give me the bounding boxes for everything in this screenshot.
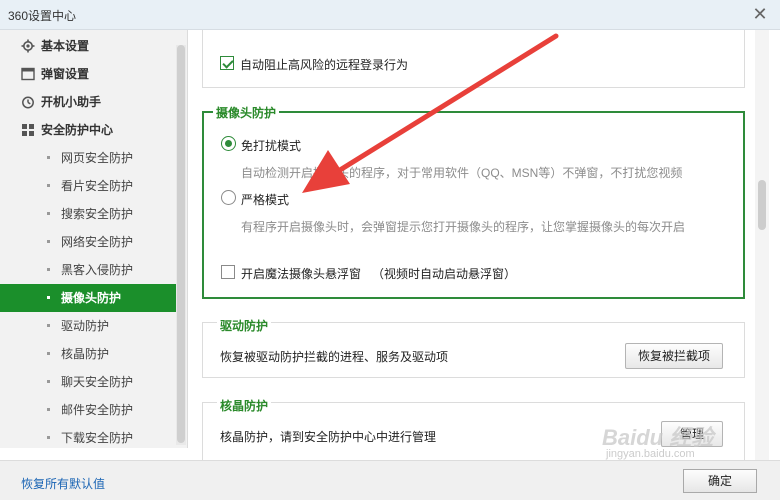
sidebar-item-label: 搜索安全防护 bbox=[61, 207, 134, 221]
sidebar-item-label: 下载安全防护 bbox=[61, 431, 134, 445]
sidebar-item-startup-assistant[interactable]: 开机小助手 bbox=[0, 88, 176, 116]
strict-mode-radio[interactable] bbox=[221, 190, 236, 205]
sidebar-item-core-protection[interactable]: 核晶防护 bbox=[0, 340, 176, 368]
sidebar-item-video-protection[interactable]: 看片安全防护 bbox=[0, 172, 176, 200]
sidebar-item-label: 聊天安全防护 bbox=[61, 375, 134, 389]
sidebar-item-network-protection[interactable]: 网络安全防护 bbox=[0, 228, 176, 256]
magic-camera-float-checkbox[interactable] bbox=[221, 265, 235, 279]
no-disturb-mode-label: 免打扰模式 bbox=[241, 139, 302, 153]
remote-login-section: 自动阻止高风险的远程登录行为 bbox=[202, 30, 745, 88]
window-title: 360设置中心 bbox=[8, 9, 77, 23]
sidebar-item-search-protection[interactable]: 搜索安全防护 bbox=[0, 200, 176, 228]
bullet-icon bbox=[47, 184, 50, 187]
sidebar-item-label: 网页安全防护 bbox=[61, 151, 134, 165]
sidebar-item-chat-protection[interactable]: 聊天安全防护 bbox=[0, 368, 176, 396]
section-title: 摄像头防护 bbox=[213, 104, 280, 121]
shield-grid-icon bbox=[22, 124, 34, 136]
sidebar-item-basic-settings[interactable]: 基本设置 bbox=[0, 32, 176, 60]
no-disturb-mode-radio[interactable] bbox=[221, 136, 236, 151]
bullet-icon bbox=[47, 212, 50, 215]
bullet-icon bbox=[47, 380, 50, 383]
bullet-icon bbox=[47, 408, 50, 411]
scrollbar-thumb[interactable] bbox=[177, 45, 185, 443]
sidebar-item-label: 黑客入侵防护 bbox=[61, 263, 134, 277]
core-protection-desc: 核晶防护，请到安全防护中心中进行管理 bbox=[220, 430, 437, 444]
strict-mode-label: 严格模式 bbox=[241, 193, 290, 207]
sidebar-item-label: 看片安全防护 bbox=[61, 179, 134, 193]
sidebar: 基本设置 弹窗设置 开机小助手 安全防护中心 网页安全防护 看片安全防护 搜索安… bbox=[0, 30, 188, 448]
watermark-url: jingyan.baidu.com bbox=[606, 448, 695, 460]
driver-protection-section: 驱动防护 恢复被驱动防护拦截的进程、服务及驱动项 恢复被拦截项 bbox=[202, 317, 745, 378]
sidebar-item-label: 弹窗设置 bbox=[41, 67, 90, 81]
sidebar-item-label: 开机小助手 bbox=[41, 95, 102, 109]
bullet-icon bbox=[47, 436, 50, 439]
sidebar-item-web-protection[interactable]: 网页安全防护 bbox=[0, 144, 176, 172]
footer-bar: 恢复所有默认值 确定 bbox=[0, 460, 780, 500]
ok-button[interactable]: 确定 bbox=[683, 469, 757, 493]
driver-protection-desc: 恢复被驱动防护拦截的进程、服务及驱动项 bbox=[220, 350, 449, 364]
bullet-icon bbox=[47, 352, 50, 355]
close-icon[interactable]: ✕ bbox=[750, 4, 770, 24]
magic-camera-float-label: 开启魔法摄像头悬浮窗 bbox=[241, 267, 362, 281]
main-content: 自动阻止高风险的远程登录行为 摄像头防护 免打扰模式 自动检测开启摄像头的程序，… bbox=[190, 30, 780, 460]
sidebar-item-label: 安全防护中心 bbox=[41, 123, 114, 137]
section-title: 驱动防护 bbox=[217, 317, 272, 334]
bullet-icon bbox=[47, 324, 50, 327]
sidebar-item-download-protection[interactable]: 下载安全防护 bbox=[0, 424, 176, 448]
sidebar-scrollbar[interactable] bbox=[176, 45, 186, 445]
gear-icon bbox=[21, 39, 35, 53]
scrollbar-thumb[interactable] bbox=[758, 180, 766, 230]
bullet-icon bbox=[47, 240, 50, 243]
restore-defaults-link[interactable]: 恢复所有默认值 bbox=[21, 475, 105, 492]
remote-login-label: 自动阻止高风险的远程登录行为 bbox=[240, 58, 409, 72]
sidebar-item-label: 核晶防护 bbox=[61, 347, 110, 361]
power-clock-icon bbox=[22, 96, 34, 109]
restore-blocked-button[interactable]: 恢复被拦截项 bbox=[625, 343, 723, 369]
sidebar-item-hacker-protection[interactable]: 黑客入侵防护 bbox=[0, 256, 176, 284]
strict-mode-desc: 有程序开启摄像头时，会弹窗提示您打开摄像头的程序，让您掌握摄像头的每次开启 bbox=[241, 220, 686, 234]
sidebar-item-security-center[interactable]: 安全防护中心 bbox=[0, 116, 176, 144]
window-icon bbox=[21, 67, 35, 81]
no-disturb-mode-desc: 自动检测开启摄像头的程序，对于常用软件（QQ、MSN等）不弹窗，不打扰您视频 bbox=[241, 166, 683, 180]
sidebar-item-label: 邮件安全防护 bbox=[61, 403, 134, 417]
sidebar-item-label: 基本设置 bbox=[41, 39, 90, 53]
remote-login-checkbox[interactable] bbox=[220, 56, 234, 70]
sidebar-item-popup-settings[interactable]: 弹窗设置 bbox=[0, 60, 176, 88]
sidebar-item-camera-protection[interactable]: 摄像头防护 bbox=[0, 284, 176, 312]
sidebar-item-label: 网络安全防护 bbox=[61, 235, 134, 249]
bullet-icon bbox=[47, 268, 50, 271]
main-scrollbar[interactable] bbox=[755, 30, 769, 460]
title-bar: 360设置中心 ✕ bbox=[0, 0, 780, 30]
sidebar-item-label: 摄像头防护 bbox=[61, 291, 122, 305]
camera-protection-section: 摄像头防护 免打扰模式 自动检测开启摄像头的程序，对于常用软件（QQ、MSN等）… bbox=[202, 104, 745, 299]
sidebar-item-label: 驱动防护 bbox=[61, 319, 110, 333]
sidebar-item-driver-protection[interactable]: 驱动防护 bbox=[0, 312, 176, 340]
bullet-icon bbox=[47, 296, 50, 299]
magic-camera-float-note: （视频时自动启动悬浮窗） bbox=[372, 267, 517, 281]
bullet-icon bbox=[47, 156, 50, 159]
section-title: 核晶防护 bbox=[217, 397, 272, 414]
sidebar-item-mail-protection[interactable]: 邮件安全防护 bbox=[0, 396, 176, 424]
